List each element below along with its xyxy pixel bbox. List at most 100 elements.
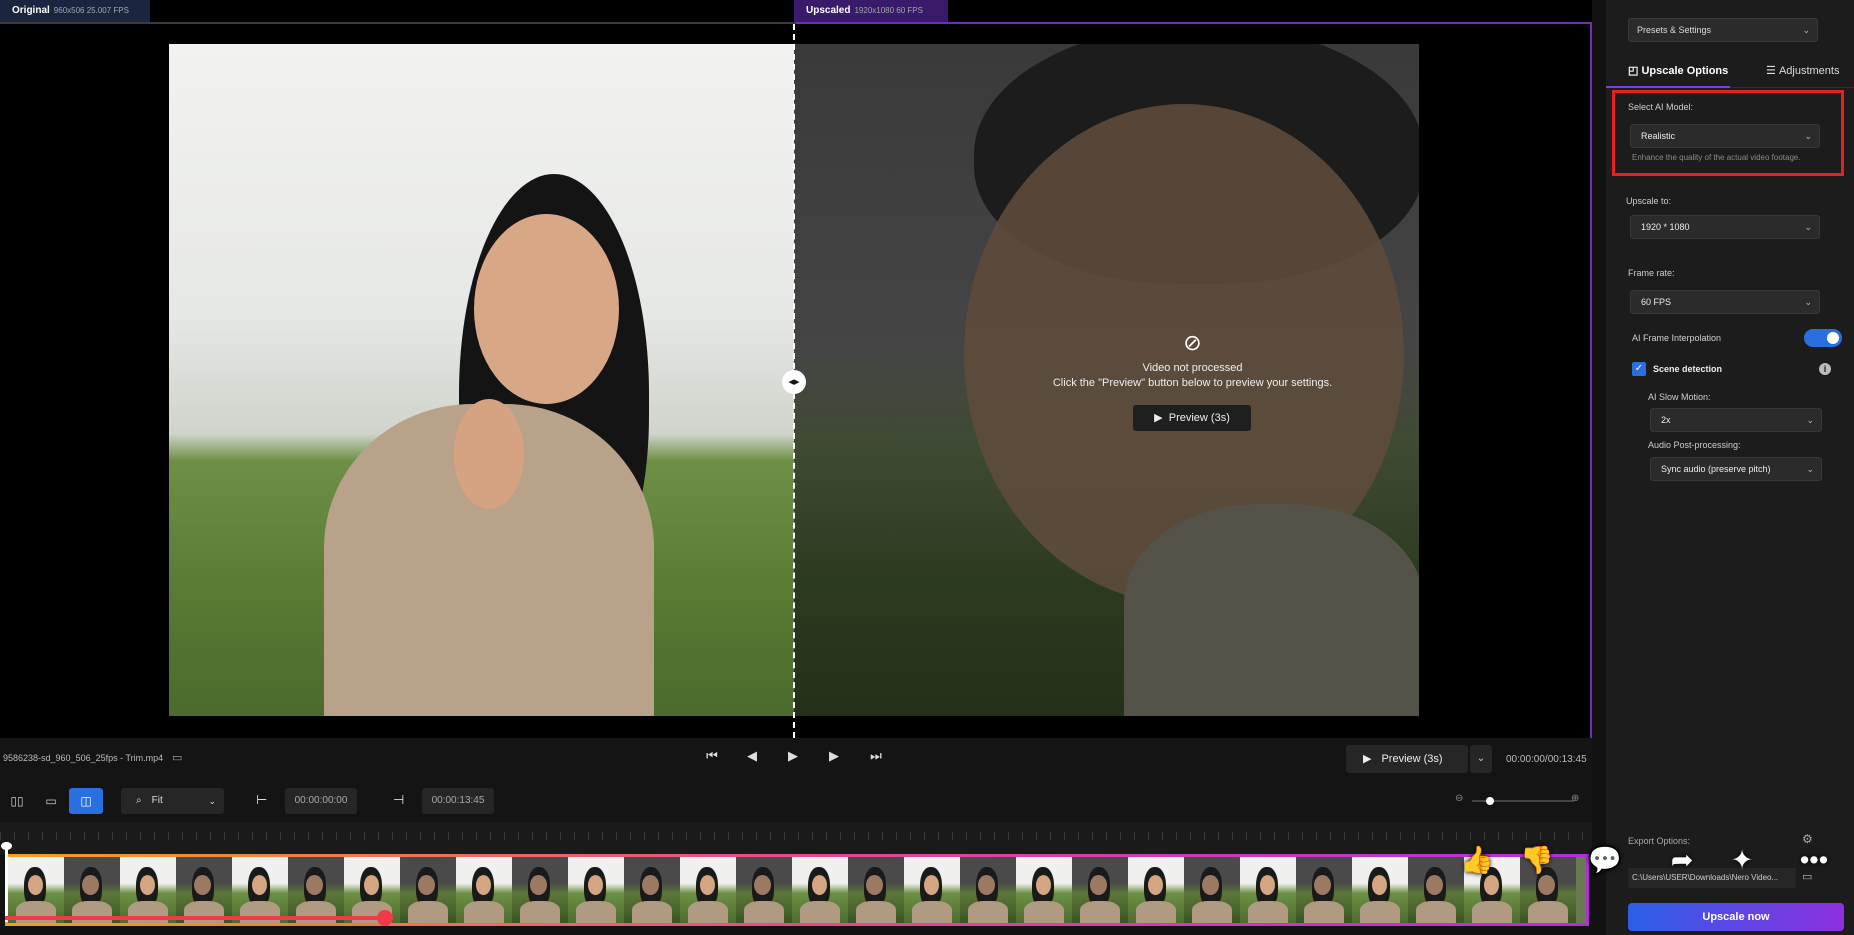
filmstrip-thumb (848, 857, 904, 923)
upscale-to-label: Upscale to: (1626, 196, 1672, 206)
sparkle-icon[interactable]: ✦ (1720, 838, 1764, 882)
woman-face (474, 214, 619, 404)
not-processed-title: Video not processed (1142, 362, 1243, 374)
ai-model-select[interactable]: Realistic ⌄ (1630, 124, 1820, 148)
filmstrip-thumb (64, 857, 120, 923)
filmstrip-thumb (736, 857, 792, 923)
upscale-now-button[interactable]: Upscale now (1628, 903, 1844, 931)
zoom-value: Fit (151, 795, 163, 806)
filmstrip-thumb (792, 857, 848, 923)
chevron-down-icon: ⌄ (1806, 464, 1814, 474)
share-icon[interactable]: ➦ (1660, 838, 1704, 882)
camera-off-icon: ⊘ (1183, 330, 1202, 355)
audio-label: Audio Post-processing: (1648, 440, 1741, 450)
thumbs-up-icon[interactable]: 👍 (1455, 838, 1499, 882)
frame-rate-label: Frame rate: (1628, 268, 1675, 278)
filmstrip-thumb (1016, 857, 1072, 923)
mark-out-icon[interactable]: ⊣ (393, 792, 404, 808)
preview-dropdown[interactable]: ⌄ (1470, 745, 1492, 773)
interp-label: AI Frame Interpolation (1632, 333, 1722, 343)
playhead-handle[interactable] (1, 842, 12, 850)
frame-rate-value: 60 FPS (1641, 297, 1672, 307)
settings-panel: Presets & Settings ⌄ ◰ Upscale Options ☰ … (1606, 0, 1854, 935)
filmstrip-thumb (680, 857, 736, 923)
folder-icon[interactable]: ▭ (172, 751, 182, 764)
timeline-zoom-slider[interactable] (1472, 797, 1574, 805)
zoom-in-icon[interactable]: ⊕ (1571, 793, 1579, 804)
play-icon: ▶ (1154, 412, 1163, 424)
playback-progress-knob[interactable] (377, 910, 393, 926)
audio-value: Sync audio (preserve pitch) (1661, 464, 1771, 474)
original-tab-meta: 960x506 25.007 FPS (53, 6, 129, 15)
slow-motion-select[interactable]: 2x ⌄ (1650, 408, 1822, 432)
chevron-down-icon: ⌄ (1804, 222, 1812, 232)
upscaled-tab[interactable]: Upscaled 1920x1080 60 FPS (794, 0, 948, 22)
comment-icon[interactable]: 💬 (1583, 838, 1627, 882)
filmstrip-thumb (1072, 857, 1128, 923)
viewer-top-border (0, 22, 1592, 24)
filmstrip-thumb (624, 857, 680, 923)
playhead[interactable] (5, 842, 8, 922)
prev-frame-icon[interactable]: ◀ (742, 748, 762, 764)
next-frame-icon[interactable]: ▶ (824, 748, 844, 764)
play-button-icon[interactable]: ▶ (783, 748, 803, 764)
thumbs-down-icon[interactable]: 👎 (1515, 838, 1559, 882)
view-split-icon[interactable]: ◫ (69, 788, 103, 814)
presets-select[interactable]: Presets & Settings ⌄ (1628, 18, 1818, 42)
zoom-out-icon[interactable]: ⊖ (1455, 793, 1463, 804)
filmstrip-thumb (904, 857, 960, 923)
timeline-ruler[interactable] (0, 822, 1592, 854)
playback-progress-bar[interactable] (5, 916, 385, 920)
audio-select[interactable]: Sync audio (preserve pitch) ⌄ (1650, 457, 1822, 481)
end-time-field[interactable]: 00:00:13:45 (422, 788, 494, 814)
filmstrip-thumb (120, 857, 176, 923)
skip-start-icon[interactable]: ⏮ (702, 748, 722, 764)
play-icon: ▶ (1363, 753, 1372, 765)
timeline-zoom-thumb[interactable] (1486, 797, 1494, 805)
panel-tabs: ◰ Upscale Options ☰ Adjustments (1606, 58, 1854, 88)
filmstrip-thumb (1296, 857, 1352, 923)
preview-button-label: Preview (3s) (1381, 753, 1443, 765)
more-icon[interactable]: ••• (1792, 838, 1836, 882)
info-icon[interactable]: i (1819, 363, 1831, 375)
timeline-toolbar: ▯▯ ▭ ◫ ⌕ Fit ⌄ ⊢ 00:00:00:00 ⊣ 00:00:13:4… (0, 780, 1592, 822)
filmstrip-thumb (232, 857, 288, 923)
upscale-to-value: 1920 * 1080 (1641, 222, 1690, 232)
filmstrip-thumb (1352, 857, 1408, 923)
chevron-down-icon: ⌄ (1476, 753, 1486, 764)
original-tab[interactable]: Original 960x506 25.007 FPS (0, 0, 150, 22)
upscale-to-select[interactable]: 1920 * 1080 ⌄ (1630, 215, 1820, 239)
filmstrip-thumb (456, 857, 512, 923)
upscale-options-icon: ◰ (1628, 65, 1639, 77)
tab-upscale-options[interactable]: ◰ Upscale Options (1628, 64, 1728, 77)
tab-adjustments[interactable]: ☰ Adjustments (1766, 64, 1839, 77)
overlay-preview-button[interactable]: ▶ Preview (3s) (1133, 405, 1251, 431)
start-time-field[interactable]: 00:00:00:00 (285, 788, 357, 814)
sliders-icon: ☰ (1766, 65, 1776, 77)
slow-motion-label: AI Slow Motion: (1648, 392, 1711, 402)
original-video-frame (169, 44, 794, 716)
filmstrip-thumb (568, 857, 624, 923)
active-tab-indicator (1606, 86, 1730, 88)
app-window: Original 960x506 25.007 FPS Upscaled 1920x… (0, 0, 1854, 935)
interp-toggle[interactable] (1804, 329, 1842, 347)
scene-detection-checkbox[interactable]: ✓ (1632, 362, 1646, 376)
tab-upscale-label: Upscale Options (1641, 65, 1729, 77)
preview-button[interactable]: ▶ Preview (3s) (1346, 745, 1468, 773)
chevron-down-icon: ⌄ (1804, 297, 1812, 307)
zoom-select[interactable]: ⌕ Fit ⌄ (121, 788, 224, 814)
presets-label: Presets & Settings (1637, 25, 1712, 35)
view-side-by-side-icon[interactable]: ▯▯ (0, 788, 34, 814)
filmstrip-thumb (400, 857, 456, 923)
scene-label: Scene detection (1653, 364, 1723, 374)
frame-rate-select[interactable]: 60 FPS ⌄ (1630, 290, 1820, 314)
skip-end-icon[interactable]: ⏭ (866, 748, 886, 764)
mark-in-icon[interactable]: ⊢ (256, 792, 267, 808)
ai-model-label: Select AI Model: (1628, 102, 1694, 112)
view-single-icon[interactable]: ▭ (34, 788, 68, 814)
filmstrip-thumb (176, 857, 232, 923)
split-handle-icon[interactable]: ◂▸ (782, 370, 806, 394)
chevron-down-icon: ⌄ (1804, 131, 1812, 141)
filmstrip-thumb (1128, 857, 1184, 923)
original-tab-label: Original (12, 5, 50, 16)
